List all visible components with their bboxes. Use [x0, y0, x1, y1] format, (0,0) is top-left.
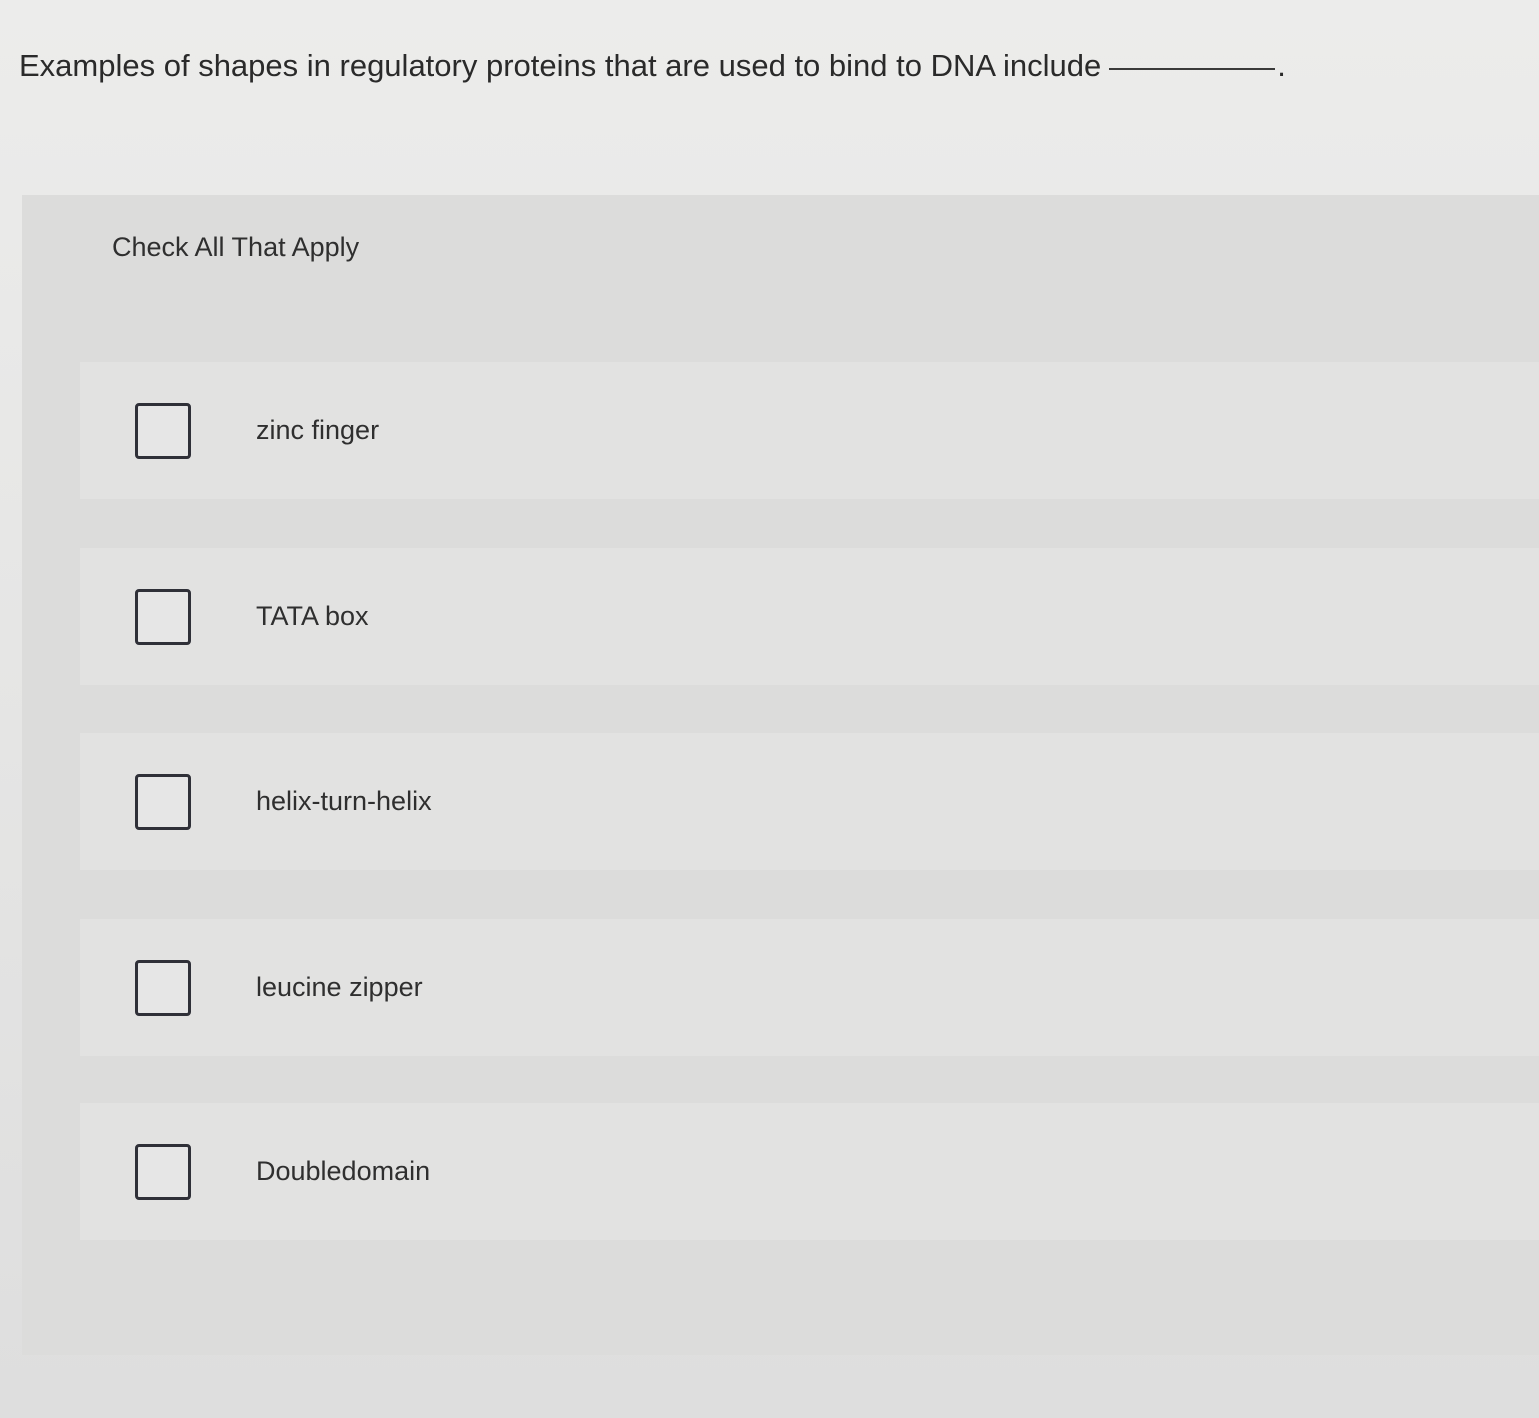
checkbox[interactable] [135, 774, 191, 830]
instruction-label: Check All That Apply [112, 232, 360, 262]
option-row-helix-turn-helix[interactable]: helix-turn-helix [80, 733, 1539, 870]
question-period: . [1277, 48, 1286, 83]
answer-panel: Check All That Apply zinc finger TATA bo… [22, 195, 1539, 1355]
option-label: Doubledomain [256, 1156, 431, 1186]
answer-blank [1109, 68, 1276, 70]
option-row-doubledomain[interactable]: Doubledomain [80, 1103, 1539, 1240]
option-label: helix-turn-helix [256, 786, 432, 816]
question-text-container: Examples of shapes in regulatory protein… [19, 44, 1286, 88]
option-row-tata-box[interactable]: TATA box [80, 548, 1539, 685]
checkbox[interactable] [135, 403, 191, 459]
checkbox[interactable] [135, 1144, 191, 1200]
option-row-leucine-zipper[interactable]: leucine zipper [80, 919, 1539, 1056]
checkbox[interactable] [135, 589, 191, 645]
option-label: zinc finger [256, 415, 380, 445]
option-label: TATA box [256, 601, 369, 631]
checkbox[interactable] [135, 960, 191, 1016]
question-text: Examples of shapes in regulatory protein… [19, 48, 1102, 83]
option-label: leucine zipper [256, 972, 423, 1002]
option-row-zinc-finger[interactable]: zinc finger [80, 362, 1539, 499]
